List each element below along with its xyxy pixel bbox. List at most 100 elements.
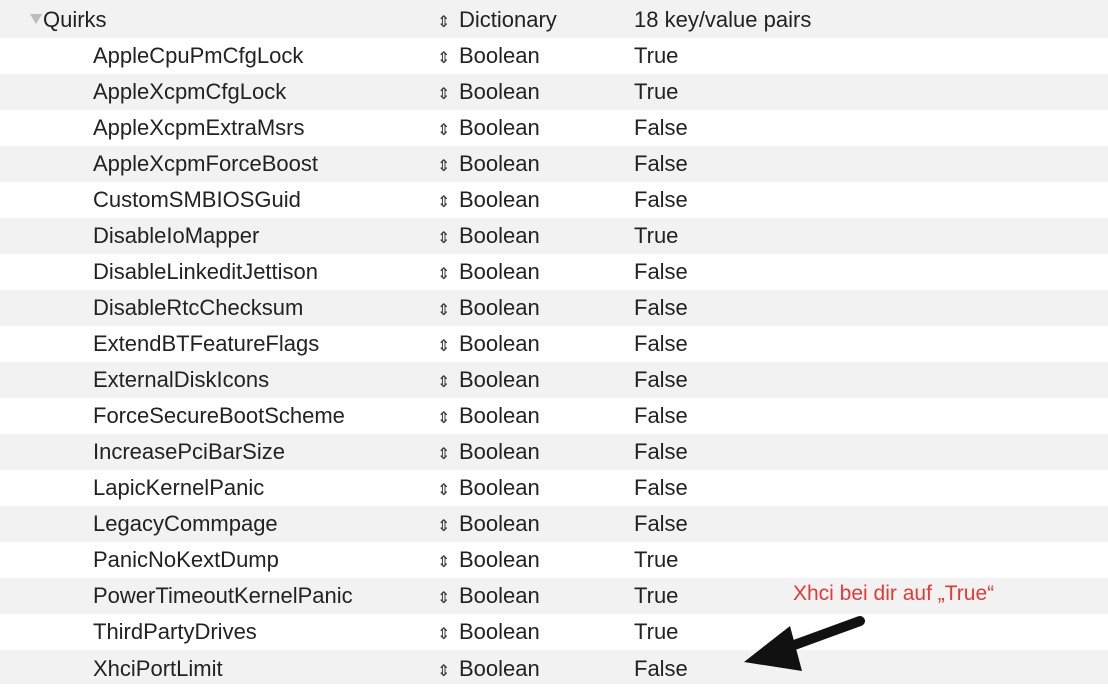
- type-popup[interactable]: ⇕ Boolean: [437, 506, 540, 545]
- type-popup[interactable]: ⇕ Boolean: [437, 578, 540, 617]
- row-key[interactable]: LapicKernelPanic: [93, 470, 264, 506]
- row-key[interactable]: ThirdPartyDrives: [93, 614, 257, 650]
- row-key[interactable]: DisableRtcChecksum: [93, 290, 303, 326]
- plist-row-xhciportlimit[interactable]: XhciPortLimit ⇕ Boolean False: [0, 650, 1108, 684]
- type-label: Boolean: [459, 259, 540, 284]
- row-key[interactable]: XhciPortLimit: [93, 650, 223, 688]
- plist-row-applexcpmcfglock[interactable]: AppleXcpmCfgLock ⇕ Boolean True: [0, 74, 1108, 110]
- plist-row-applexcpmforceboost[interactable]: AppleXcpmForceBoost ⇕ Boolean False: [0, 146, 1108, 182]
- type-popup[interactable]: ⇕ Boolean: [437, 398, 540, 437]
- type-popup[interactable]: ⇕ Boolean: [437, 38, 540, 77]
- up-down-arrows-icon: ⇕: [437, 266, 451, 283]
- type-label: Boolean: [459, 331, 540, 356]
- up-down-arrows-icon: ⇕: [437, 374, 451, 391]
- row-value[interactable]: True: [634, 614, 678, 650]
- row-value[interactable]: True: [634, 74, 678, 110]
- plist-row-externaldiskicons[interactable]: ExternalDiskIcons ⇕ Boolean False: [0, 362, 1108, 398]
- row-value[interactable]: False: [634, 290, 688, 326]
- plist-row-disableiomapper[interactable]: DisableIoMapper ⇕ Boolean True: [0, 218, 1108, 254]
- plist-row-customsmbiosguid[interactable]: CustomSMBIOSGuid ⇕ Boolean False: [0, 182, 1108, 218]
- type-popup[interactable]: ⇕ Boolean: [437, 362, 540, 401]
- row-key[interactable]: AppleXcpmCfgLock: [93, 74, 286, 110]
- type-popup[interactable]: ⇕ Boolean: [437, 74, 540, 113]
- plist-row-legacycommpage[interactable]: LegacyCommpage ⇕ Boolean False: [0, 506, 1108, 542]
- type-popup[interactable]: ⇕ Boolean: [437, 290, 540, 329]
- row-key[interactable]: DisableIoMapper: [93, 218, 259, 254]
- up-down-arrows-icon: ⇕: [437, 50, 451, 67]
- type-label: Boolean: [459, 547, 540, 572]
- row-value[interactable]: False: [634, 254, 688, 290]
- annotation-note: Xhci bei dir auf „True“: [793, 582, 995, 605]
- row-value[interactable]: 18 key/value pairs: [634, 0, 811, 40]
- plist-row-thirdpartydrives[interactable]: ThirdPartyDrives ⇕ Boolean True: [0, 614, 1108, 650]
- up-down-arrows-icon: ⇕: [437, 230, 451, 247]
- type-label: Boolean: [459, 43, 540, 68]
- up-down-arrows-icon: ⇕: [437, 122, 451, 139]
- row-value[interactable]: False: [634, 362, 688, 398]
- row-key[interactable]: PanicNoKextDump: [93, 542, 279, 578]
- row-value[interactable]: True: [634, 218, 678, 254]
- row-key[interactable]: ExternalDiskIcons: [93, 362, 269, 398]
- type-popup[interactable]: ⇕ Boolean: [437, 182, 540, 221]
- plist-row-panicnokextdump[interactable]: PanicNoKextDump ⇕ Boolean True: [0, 542, 1108, 578]
- type-popup[interactable]: ⇕ Dictionary: [437, 0, 557, 43]
- type-popup[interactable]: ⇕ Boolean: [437, 650, 540, 691]
- up-down-arrows-icon: ⇕: [437, 482, 451, 499]
- plist-row-extendbtfeatureflags[interactable]: ExtendBTFeatureFlags ⇕ Boolean False: [0, 326, 1108, 362]
- row-value[interactable]: False: [634, 470, 688, 506]
- type-popup[interactable]: ⇕ Boolean: [437, 542, 540, 581]
- plist-row-disablertcchecksum[interactable]: DisableRtcChecksum ⇕ Boolean False: [0, 290, 1108, 326]
- row-value[interactable]: False: [634, 650, 688, 688]
- up-down-arrows-icon: ⇕: [437, 194, 451, 211]
- row-key[interactable]: DisableLinkeditJettison: [93, 254, 318, 290]
- type-label: Boolean: [459, 295, 540, 320]
- disclosure-triangle-icon[interactable]: [30, 14, 42, 24]
- row-key[interactable]: AppleXcpmExtraMsrs: [93, 110, 305, 146]
- type-popup[interactable]: ⇕ Boolean: [437, 218, 540, 257]
- plist-row-quirks[interactable]: Quirks ⇕ Dictionary 18 key/value pairs: [0, 0, 1108, 38]
- row-key[interactable]: PowerTimeoutKernelPanic: [93, 578, 353, 614]
- plist-row-applexcpmextramsrs[interactable]: AppleXcpmExtraMsrs ⇕ Boolean False: [0, 110, 1108, 146]
- row-key[interactable]: LegacyCommpage: [93, 506, 278, 542]
- row-value[interactable]: True: [634, 542, 678, 578]
- plist-row-applecpupmcfglock[interactable]: AppleCpuPmCfgLock ⇕ Boolean True: [0, 38, 1108, 74]
- type-popup[interactable]: ⇕ Boolean: [437, 434, 540, 473]
- row-value[interactable]: False: [634, 326, 688, 362]
- type-label: Boolean: [459, 439, 540, 464]
- row-value[interactable]: False: [634, 506, 688, 542]
- up-down-arrows-icon: ⇕: [437, 446, 451, 463]
- row-value[interactable]: False: [634, 182, 688, 218]
- type-label: Boolean: [459, 619, 540, 644]
- row-value[interactable]: False: [634, 434, 688, 470]
- row-key[interactable]: IncreasePciBarSize: [93, 434, 285, 470]
- row-value[interactable]: False: [634, 110, 688, 146]
- plist-row-disablelinkeditjettison[interactable]: DisableLinkeditJettison ⇕ Boolean False: [0, 254, 1108, 290]
- up-down-arrows-icon: ⇕: [437, 518, 451, 535]
- type-label: Boolean: [459, 511, 540, 536]
- row-key[interactable]: CustomSMBIOSGuid: [93, 182, 301, 218]
- plist-row-lapickernelpanic[interactable]: LapicKernelPanic ⇕ Boolean False: [0, 470, 1108, 506]
- row-key[interactable]: AppleCpuPmCfgLock: [93, 38, 303, 74]
- type-popup[interactable]: ⇕ Boolean: [437, 614, 540, 653]
- row-key[interactable]: ForceSecureBootScheme: [93, 398, 345, 434]
- plist-row-increasepcibarsize[interactable]: IncreasePciBarSize ⇕ Boolean False: [0, 434, 1108, 470]
- type-popup[interactable]: ⇕ Boolean: [437, 470, 540, 509]
- type-label: Boolean: [459, 79, 540, 104]
- type-label: Boolean: [459, 151, 540, 176]
- row-value[interactable]: False: [634, 146, 688, 182]
- row-key[interactable]: Quirks: [43, 0, 107, 40]
- row-value[interactable]: True: [634, 578, 678, 614]
- row-value[interactable]: False: [634, 398, 688, 434]
- type-popup[interactable]: ⇕ Boolean: [437, 326, 540, 365]
- row-key[interactable]: AppleXcpmForceBoost: [93, 146, 318, 182]
- type-label: Boolean: [459, 187, 540, 212]
- type-popup[interactable]: ⇕ Boolean: [437, 146, 540, 185]
- up-down-arrows-icon: ⇕: [437, 590, 451, 607]
- row-key[interactable]: ExtendBTFeatureFlags: [93, 326, 319, 362]
- up-down-arrows-icon: ⇕: [437, 14, 451, 31]
- plist-row-forcesecurebootscheme[interactable]: ForceSecureBootScheme ⇕ Boolean False: [0, 398, 1108, 434]
- type-popup[interactable]: ⇕ Boolean: [437, 110, 540, 149]
- row-value[interactable]: True: [634, 38, 678, 74]
- type-popup[interactable]: ⇕ Boolean: [437, 254, 540, 293]
- up-down-arrows-icon: ⇕: [437, 410, 451, 427]
